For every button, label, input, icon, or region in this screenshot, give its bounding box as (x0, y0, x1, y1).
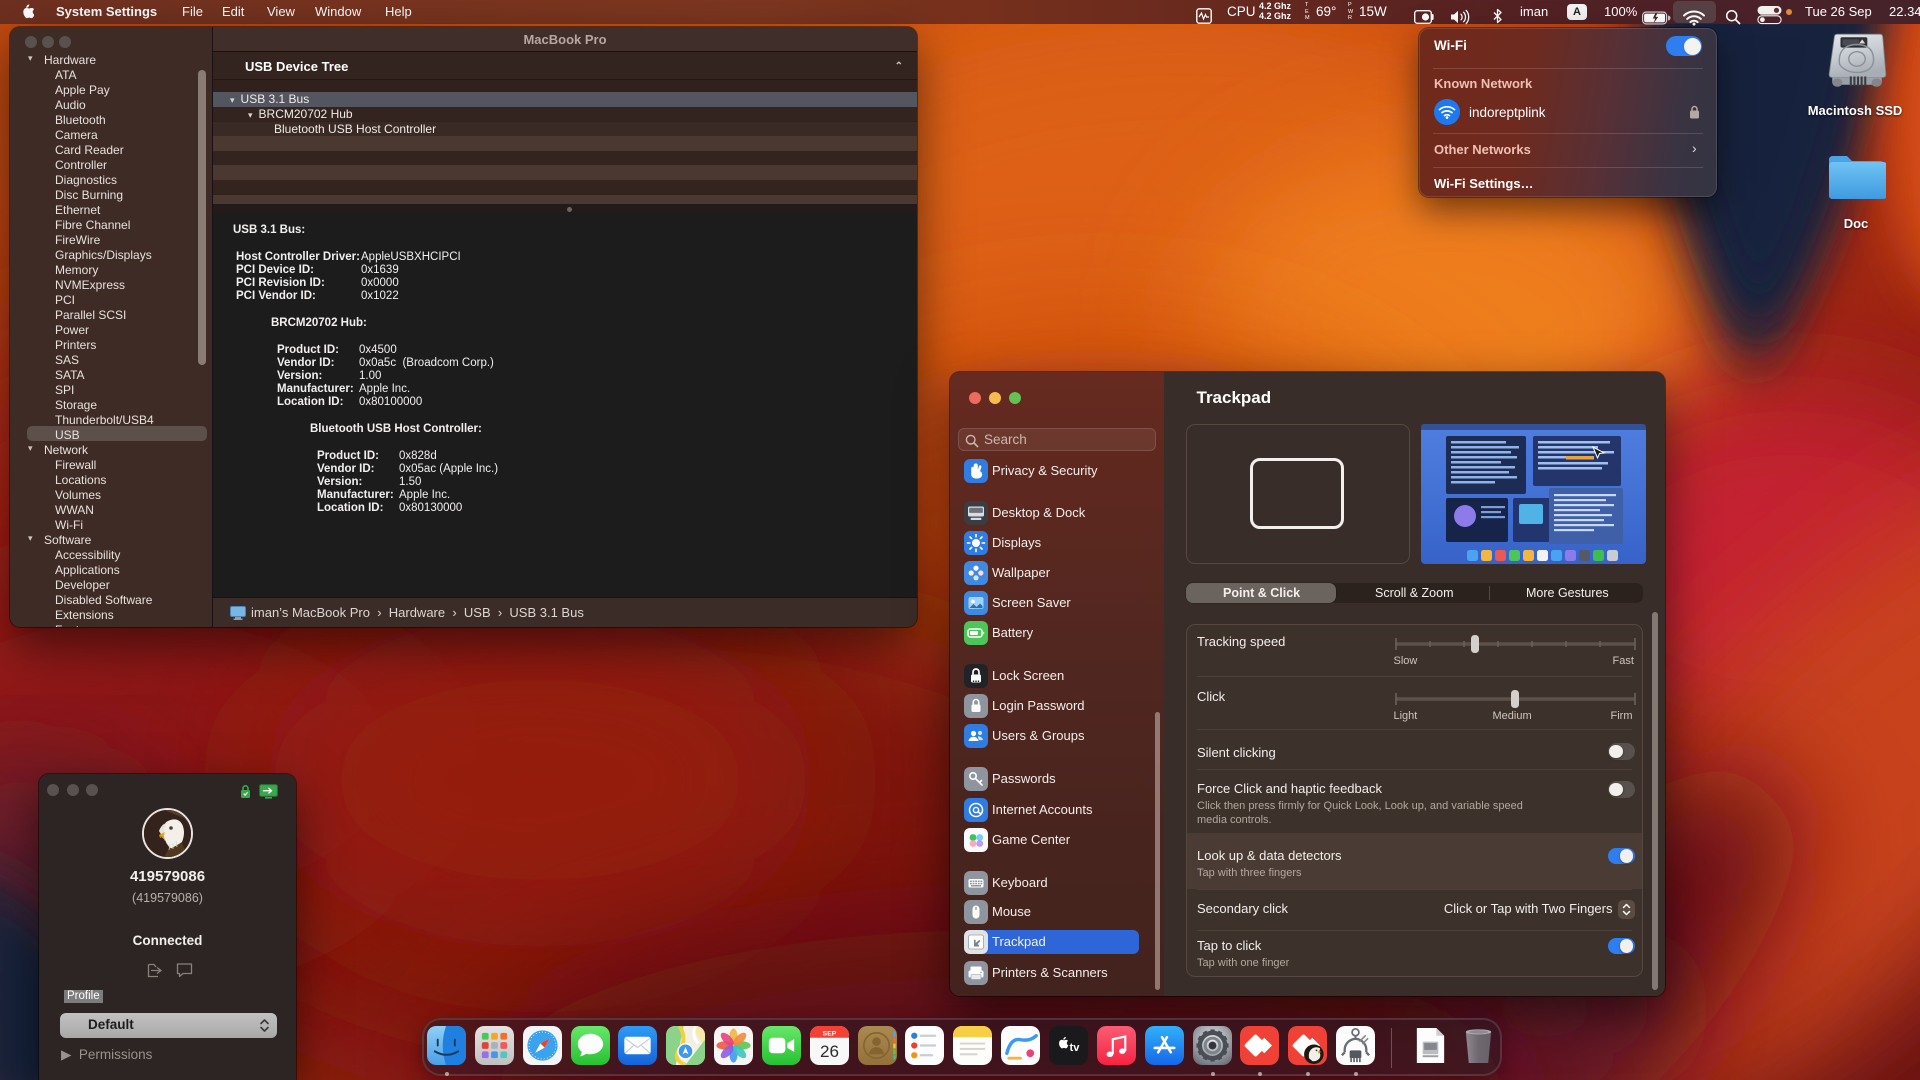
svg-text:tv: tv (1069, 1042, 1080, 1054)
svg-text:SEP: SEP (822, 1030, 836, 1037)
svg-text:26: 26 (820, 1042, 839, 1061)
